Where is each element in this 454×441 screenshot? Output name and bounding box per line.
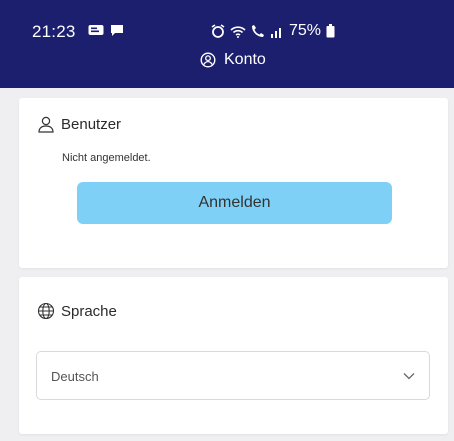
user-icon <box>37 115 55 133</box>
language-select[interactable]: Deutsch <box>36 351 430 400</box>
status-time: 21:23 <box>32 22 76 41</box>
language-heading: Sprache <box>37 302 117 320</box>
notification-icon <box>88 24 104 37</box>
language-select-value: Deutsch <box>51 369 99 384</box>
alarm-icon <box>211 24 225 38</box>
user-heading-label: Benutzer <box>61 115 122 133</box>
status-right-icons: 75% <box>211 22 335 40</box>
call-icon <box>251 24 265 38</box>
user-heading: Benutzer <box>37 115 121 133</box>
chevron-down-icon <box>403 372 415 380</box>
language-heading-label: Sprache <box>61 302 117 320</box>
account-circle-icon <box>200 52 216 68</box>
login-button[interactable]: Anmelden <box>77 182 392 224</box>
header-title-row: Konto <box>200 51 266 69</box>
app-header: 21:23 75% Konto <box>0 0 454 88</box>
signal-icon <box>270 25 284 38</box>
user-card: Benutzer Nicht angemeldet. Anmelden <box>19 98 448 268</box>
globe-icon <box>37 302 55 320</box>
wifi-icon <box>230 25 246 38</box>
message-icon <box>110 24 124 37</box>
battery-text: 75% <box>289 22 322 39</box>
page-title: Konto <box>224 51 266 68</box>
app-screen: 21:23 75% Konto Benutzer Nicht angemelde… <box>0 0 454 441</box>
status-left-icons <box>88 24 124 37</box>
language-card: Sprache Deutsch <box>19 277 448 434</box>
battery-icon <box>326 24 335 38</box>
login-status-text: Nicht angemeldet. <box>62 152 151 164</box>
